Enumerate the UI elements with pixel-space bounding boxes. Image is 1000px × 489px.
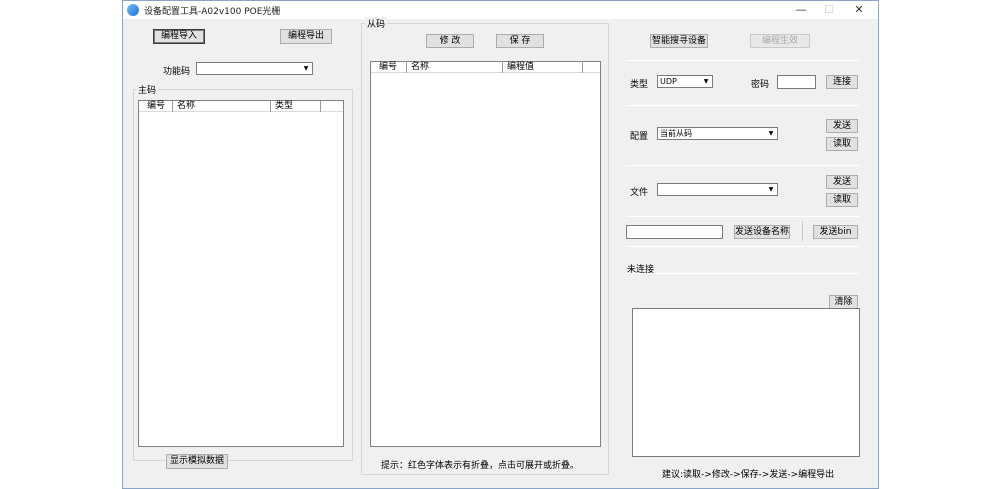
password-label: 密码 [751, 80, 770, 90]
export-program-button[interactable]: 编程导出 [280, 29, 332, 44]
slave-code-group-title: 从码 [365, 17, 388, 30]
chevron-down-icon: ▼ [303, 65, 309, 72]
chevron-down-icon: ▼ [703, 78, 709, 85]
window-title: 设备配置工具-A02v100 POE光栅 [144, 7, 281, 17]
slave-column-value[interactable]: 编程值 [503, 62, 583, 73]
smart-search-device-button[interactable]: 智能搜寻设备 [650, 34, 708, 48]
config-value: 当前从码 [660, 129, 692, 138]
log-output-area[interactable] [632, 308, 860, 457]
type-value: UDP [660, 77, 677, 86]
send-bin-button[interactable]: 发送bin [813, 225, 858, 239]
slave-column-name[interactable]: 名称 [407, 62, 503, 73]
import-program-button[interactable]: 编程导入 [153, 29, 205, 44]
master-code-list[interactable]: 编号 名称 类型 [138, 100, 344, 447]
workflow-suggestion: 建议:读取->修改->保存->发送->编程导出 [662, 470, 835, 480]
divider [626, 60, 860, 61]
file-label: 文件 [630, 188, 649, 198]
slave-code-list[interactable]: 编号 名称 编程值 [370, 61, 601, 447]
master-code-list-header: 编号 名称 类型 [139, 101, 343, 112]
file-read-button[interactable]: 读取 [826, 193, 858, 207]
close-icon[interactable]: ✕ [845, 1, 873, 19]
config-read-button[interactable]: 读取 [826, 137, 858, 151]
app-icon [127, 4, 139, 16]
master-column-name[interactable]: 名称 [173, 101, 271, 112]
master-column-type[interactable]: 类型 [271, 101, 321, 112]
config-label: 配置 [630, 132, 649, 142]
divider [626, 216, 860, 217]
master-code-group-title: 主码 [136, 83, 159, 96]
chevron-down-icon: ▼ [768, 186, 774, 193]
divider [626, 246, 860, 247]
file-select[interactable]: ▼ [657, 183, 778, 196]
master-column-number[interactable]: 编号 [143, 101, 173, 112]
function-code-select[interactable]: ▼ [196, 62, 313, 75]
chevron-down-icon: ▼ [768, 130, 774, 137]
type-select[interactable]: UDP ▼ [657, 75, 713, 88]
slave-column-number[interactable]: 编号 [375, 62, 407, 73]
title-bar[interactable]: 设备配置工具-A02v100 POE光栅 — ☐ ✕ [123, 1, 878, 19]
divider [626, 165, 860, 166]
program-apply-button: 编程生效 [750, 34, 810, 48]
type-label: 类型 [630, 80, 649, 90]
save-button[interactable]: 保 存 [496, 34, 544, 48]
function-code-label: 功能码 [163, 67, 191, 77]
connect-button[interactable]: 连接 [826, 75, 858, 89]
config-select[interactable]: 当前从码 ▼ [657, 127, 778, 140]
show-simulated-data-button[interactable]: 显示模拟数据 [166, 454, 228, 469]
divider [626, 105, 860, 106]
send-device-name-button[interactable]: 发送设备名称 [734, 225, 790, 239]
app-window: 设备配置工具-A02v100 POE光栅 — ☐ ✕ 编程导入 编程导出 功能码… [122, 0, 879, 489]
vertical-divider [802, 221, 803, 241]
password-input[interactable] [777, 75, 816, 89]
slave-code-list-header: 编号 名称 编程值 [371, 62, 600, 73]
fold-hint-text: 提示：红色字体表示有折叠，点击可展开或折叠。 [381, 461, 580, 471]
minimize-icon[interactable]: — [787, 1, 815, 19]
device-name-input[interactable] [626, 225, 723, 239]
maximize-icon[interactable]: ☐ [815, 1, 843, 19]
modify-button[interactable]: 修 改 [426, 34, 474, 48]
file-send-button[interactable]: 发送 [826, 175, 858, 189]
divider [626, 273, 860, 274]
clear-log-button[interactable]: 清除 [829, 295, 858, 309]
config-send-button[interactable]: 发送 [826, 119, 858, 133]
